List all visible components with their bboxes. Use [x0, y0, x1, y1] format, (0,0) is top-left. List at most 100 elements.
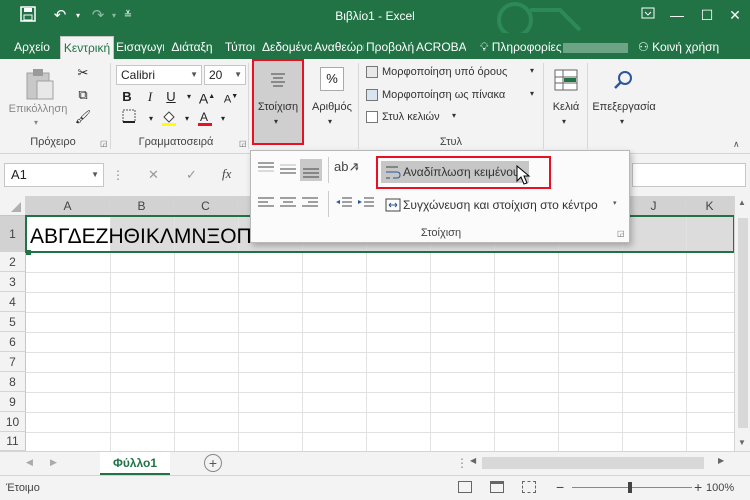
scroll-down-icon[interactable]: ▼ [738, 438, 746, 447]
scroll-left-icon[interactable]: ◀ [26, 457, 33, 468]
scroll-right-icon[interactable]: ▶ [718, 456, 724, 465]
dialog-launcher-icon[interactable]: ◲ [617, 229, 625, 238]
row-header[interactable]: 8 [0, 372, 26, 392]
column-header[interactable]: C [174, 196, 238, 216]
more-options-icon[interactable]: ⋮ [456, 456, 468, 470]
italic-button[interactable]: I [139, 87, 161, 107]
borders-icon[interactable] [118, 109, 140, 129]
ribbon-display-icon[interactable] [633, 4, 663, 26]
zoom-level[interactable]: 100% [706, 482, 734, 494]
font-size-select[interactable]: 20 ▼ [204, 65, 246, 85]
scroll-up-icon[interactable]: ▲ [738, 198, 746, 207]
paste-button[interactable]: Επικόλληση ▾ [6, 63, 70, 133]
conditional-formatting-icon [366, 66, 378, 78]
row-header[interactable]: 11 [0, 432, 26, 451]
tab-review[interactable]: Αναθεώρηση [314, 36, 364, 59]
copy-icon[interactable]: ⧉ [72, 85, 94, 105]
page-break-icon[interactable] [522, 481, 536, 493]
row-header[interactable]: 2 [0, 252, 26, 272]
bold-button[interactable]: B [116, 87, 138, 107]
number-format-button[interactable]: % Αριθμός ▾ [308, 61, 356, 143]
zoom-in-icon[interactable]: + [694, 479, 702, 495]
more-options-icon[interactable]: ⋮ [112, 168, 124, 182]
maximize-icon[interactable]: ☐ [692, 4, 722, 26]
row-header[interactable]: 4 [0, 292, 26, 312]
collapse-ribbon-icon[interactable]: ∧ [733, 139, 740, 150]
cut-icon[interactable]: ✂ [72, 63, 94, 83]
share-button[interactable]: ⚇ Κοινή χρήση [638, 36, 719, 58]
column-header[interactable]: K [686, 196, 734, 216]
minimize-icon[interactable]: — [662, 4, 692, 26]
insert-function-button[interactable]: fx [222, 166, 231, 182]
row-header[interactable]: 3 [0, 272, 26, 292]
tab-acrobat[interactable]: ACROBAT [416, 36, 466, 59]
tab-view[interactable]: Προβολή [366, 36, 414, 59]
zoom-out-icon[interactable]: − [556, 479, 564, 495]
dialog-launcher-icon[interactable]: ◲ [100, 139, 108, 148]
vertical-scrollbar[interactable]: ▲ ▼ [734, 196, 750, 451]
row-header[interactable]: 1 [0, 216, 26, 252]
tab-file[interactable]: Αρχείο [6, 36, 58, 59]
chevron-down-icon: ▾ [328, 117, 333, 126]
name-box[interactable]: A1 ▼ [4, 163, 104, 187]
tab-layout[interactable]: Διάταξη [166, 36, 218, 59]
align-top-icon[interactable] [256, 159, 276, 179]
cells-button[interactable]: Κελιά ▾ [548, 61, 584, 133]
zoom-slider-thumb[interactable] [628, 482, 632, 493]
normal-view-icon[interactable] [458, 481, 472, 493]
sheet-tab[interactable]: Φύλλο1 [100, 452, 170, 476]
align-middle-icon[interactable] [278, 159, 298, 179]
scroll-thumb[interactable] [738, 218, 748, 428]
horizontal-scroll-thumb[interactable] [482, 457, 704, 469]
tab-home[interactable]: Κεντρική [60, 36, 114, 59]
row-header[interactable]: 5 [0, 312, 26, 332]
format-as-table-button[interactable]: Μορφοποίηση ως πίνακα ▾ [362, 87, 540, 105]
close-icon[interactable]: ✕ [720, 4, 750, 26]
add-sheet-icon[interactable]: + [204, 454, 222, 472]
conditional-formatting-button[interactable]: Μορφοποίηση υπό όρους ▾ [362, 64, 540, 82]
sheet-tabs-bar: ◀ ▶ Φύλλο1 + ⋮ ◀ ▶ [0, 451, 750, 476]
dialog-launcher-icon[interactable]: ◲ [239, 139, 247, 148]
decrease-font-icon[interactable]: A▼ [220, 87, 242, 107]
column-header[interactable]: B [110, 196, 174, 216]
tab-insert[interactable]: Εισαγωγή [116, 36, 164, 59]
increase-indent-icon[interactable] [356, 193, 376, 213]
page-layout-icon[interactable] [490, 481, 504, 493]
row-header[interactable]: 9 [0, 392, 26, 412]
cell-styles-icon [366, 111, 378, 123]
tell-me-search[interactable]: 💡︎ Πληροφορίες [480, 36, 562, 58]
select-all-corner[interactable] [0, 196, 26, 216]
scroll-left-icon[interactable]: ◀ [470, 456, 476, 465]
editing-button[interactable]: Επεξεργασία ▾ [590, 61, 658, 133]
column-header[interactable]: A [26, 196, 110, 216]
align-right-icon[interactable] [300, 193, 320, 213]
align-bottom-icon[interactable] [300, 159, 322, 181]
orientation-icon[interactable]: ab↗ [334, 159, 359, 179]
tab-data[interactable]: Δεδομένα [262, 36, 312, 59]
cancel-icon[interactable]: ✕ [148, 167, 159, 183]
enter-icon[interactable]: ✓ [186, 167, 197, 183]
formula-input[interactable] [632, 163, 746, 187]
column-header[interactable]: J [622, 196, 686, 216]
conditional-formatting-label: Μορφοποίηση υπό όρους [382, 66, 508, 78]
cell-styles-button[interactable]: Στυλ κελιών ▾ [362, 109, 492, 127]
row-header[interactable]: 10 [0, 412, 26, 432]
fill-handle[interactable] [26, 250, 31, 255]
increase-font-icon[interactable]: A▲ [196, 87, 218, 107]
share-label: Κοινή χρήση [652, 40, 720, 54]
align-center-icon[interactable] [278, 193, 298, 213]
cells-label: Κελιά [552, 101, 580, 113]
align-left-icon[interactable] [256, 193, 276, 213]
ribbon-tabs: Αρχείο Κεντρική Εισαγωγή Διάταξη Τύποι Δ… [0, 33, 750, 59]
row-header[interactable]: 6 [0, 332, 26, 352]
row-header[interactable]: 7 [0, 352, 26, 372]
zoom-slider[interactable] [572, 487, 692, 488]
scroll-right-icon[interactable]: ▶ [50, 457, 57, 468]
format-painter-icon[interactable]: 🖌︎ [72, 107, 94, 127]
decrease-indent-icon[interactable] [334, 193, 354, 213]
font-name-select[interactable]: Calibri ▼ [116, 65, 202, 85]
tab-formulas[interactable]: Τύποι [220, 36, 260, 59]
merge-center-button[interactable]: Συγχώνευση και στοίχιση στο κέντρο ▾ [383, 195, 623, 215]
chevron-down-icon[interactable]: ▾ [355, 165, 359, 173]
chevron-down-icon[interactable]: ▾ [212, 109, 234, 129]
